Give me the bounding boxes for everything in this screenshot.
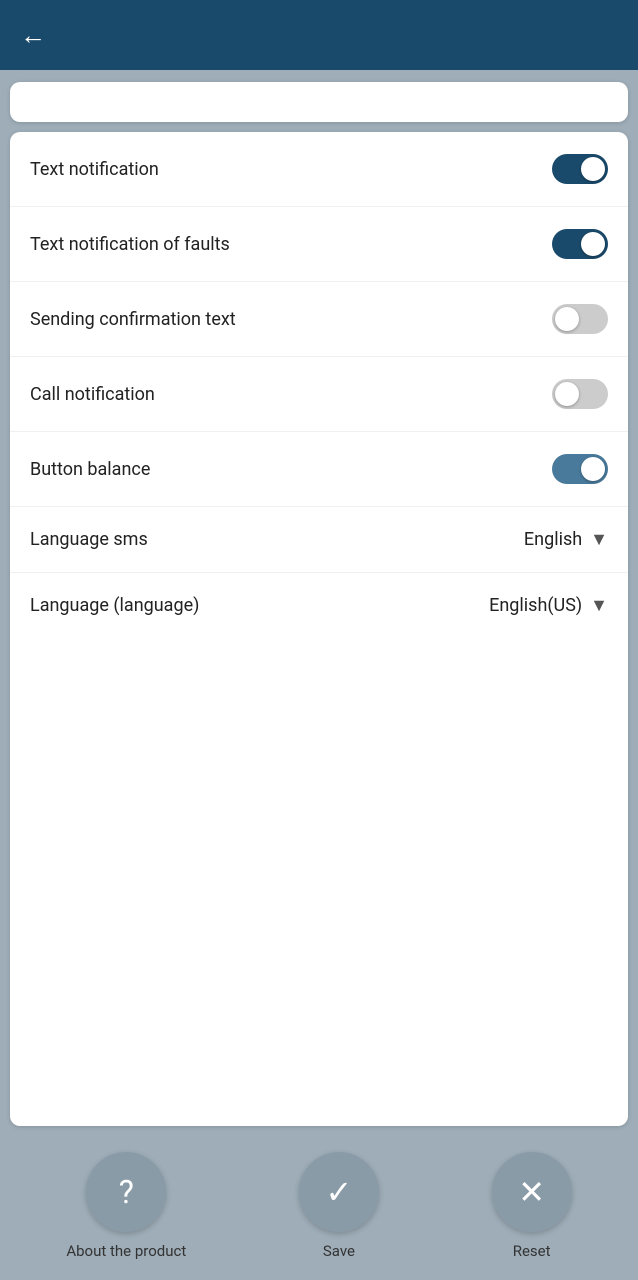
dropdown-language-language[interactable]: English(US) ▼ bbox=[489, 595, 608, 616]
save-icon: ✓ bbox=[299, 1152, 379, 1232]
about-product-label: About the product bbox=[66, 1242, 186, 1260]
setting-label-text-notification-faults: Text notification of faults bbox=[30, 234, 230, 255]
about-product-icon: ? bbox=[86, 1152, 166, 1232]
settings-card: Text notification Text notification of fa… bbox=[10, 132, 628, 1126]
content-area: Text notification Text notification of fa… bbox=[0, 70, 638, 1136]
setting-row-sending-confirmation-text: Sending confirmation text bbox=[10, 282, 628, 357]
bottom-btn-reset[interactable]: ✕ Reset bbox=[492, 1152, 572, 1260]
chevron-down-icon: ▼ bbox=[590, 529, 608, 550]
setting-row-text-notification-faults: Text notification of faults bbox=[10, 207, 628, 282]
toggle-button-balance[interactable] bbox=[552, 454, 608, 484]
setting-label-call-notification: Call notification bbox=[30, 384, 155, 405]
setting-label-sending-confirmation-text: Sending confirmation text bbox=[30, 309, 236, 330]
toggle-text-notification[interactable] bbox=[552, 154, 608, 184]
dropdown-language-sms[interactable]: English ▼ bbox=[524, 529, 608, 550]
top-bar: ← bbox=[0, 0, 638, 70]
dropdown-value-language-language: English(US) bbox=[489, 595, 582, 616]
setting-row-text-notification: Text notification bbox=[10, 132, 628, 207]
toggle-text-notification-faults[interactable] bbox=[552, 229, 608, 259]
setting-label-language-language: Language (language) bbox=[30, 595, 199, 616]
reset-label: Reset bbox=[513, 1242, 551, 1260]
dropdown-value-language-sms: English bbox=[524, 529, 582, 550]
setting-row-call-notification: Call notification bbox=[10, 357, 628, 432]
chevron-down-icon: ▼ bbox=[590, 595, 608, 616]
setting-row-language-language: Language (language) English(US) ▼ bbox=[10, 573, 628, 638]
bottom-btn-about-product[interactable]: ? About the product bbox=[66, 1152, 186, 1260]
setting-row-button-balance: Button balance bbox=[10, 432, 628, 507]
reset-icon: ✕ bbox=[492, 1152, 572, 1232]
setting-label-button-balance: Button balance bbox=[30, 459, 150, 480]
bottom-bar: ? About the product ✓ Save ✕ Reset bbox=[0, 1136, 638, 1280]
setting-row-language-sms: Language sms English ▼ bbox=[10, 507, 628, 573]
toggle-sending-confirmation-text[interactable] bbox=[552, 304, 608, 334]
toggle-call-notification[interactable] bbox=[552, 379, 608, 409]
setting-label-language-sms: Language sms bbox=[30, 529, 148, 550]
product-card bbox=[10, 82, 628, 122]
setting-label-text-notification: Text notification bbox=[30, 159, 159, 180]
back-button[interactable]: ← bbox=[20, 20, 46, 51]
save-label: Save bbox=[323, 1242, 355, 1260]
bottom-btn-save[interactable]: ✓ Save bbox=[299, 1152, 379, 1260]
